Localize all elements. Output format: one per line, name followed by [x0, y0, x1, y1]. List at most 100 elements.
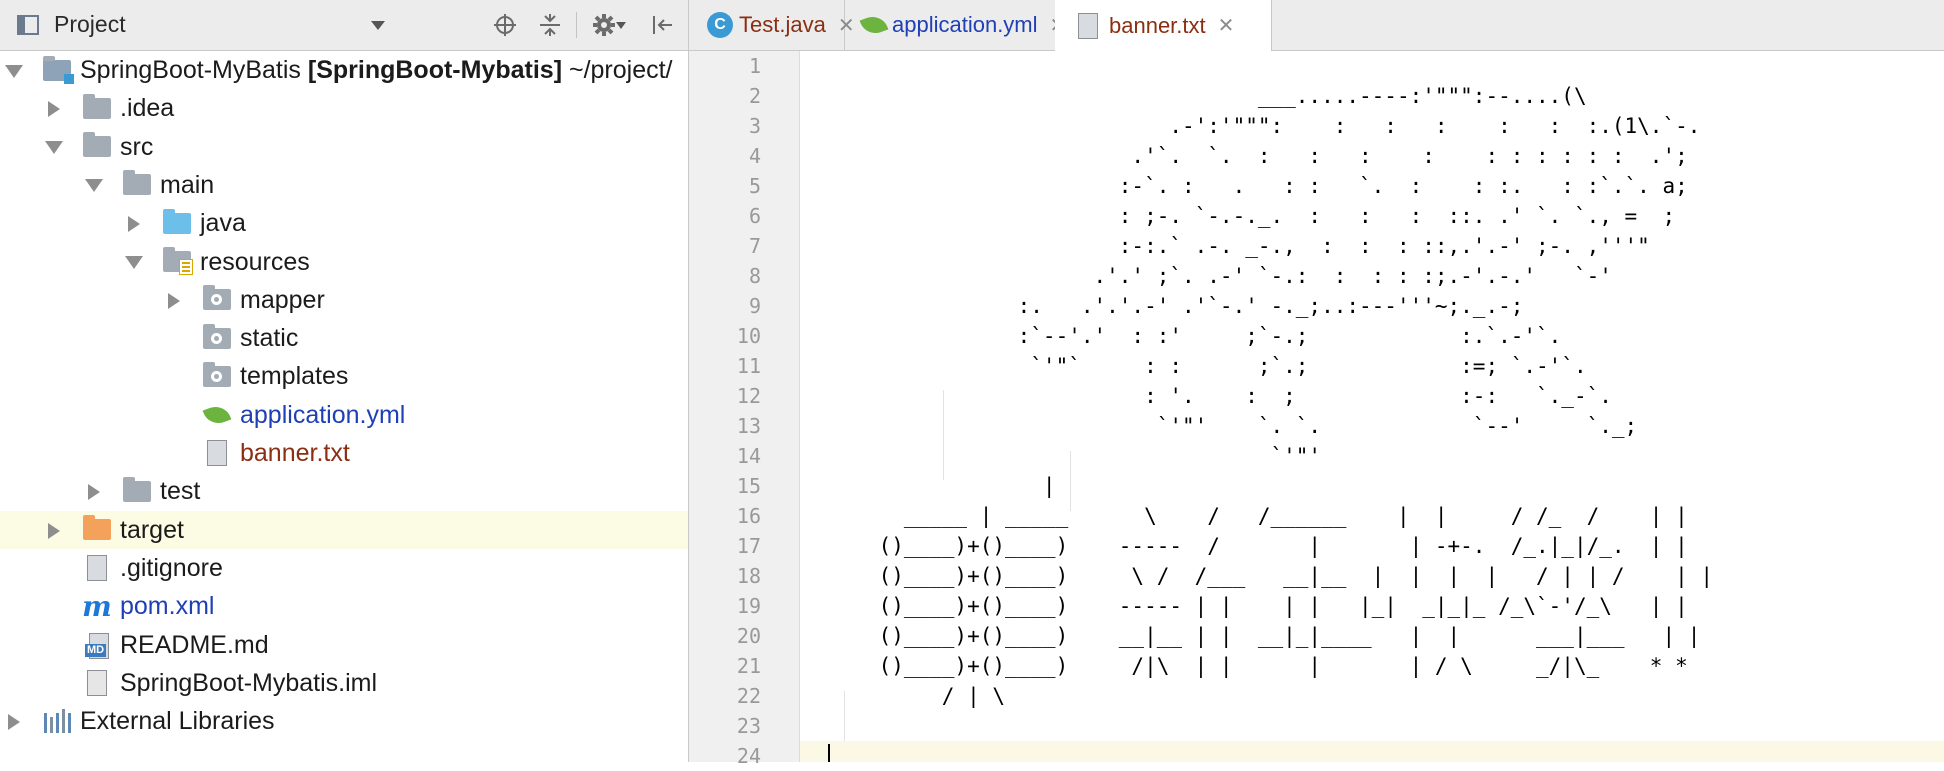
view-mode-dropdown[interactable]: [366, 13, 390, 37]
tree-item-mapper[interactable]: mapper: [0, 281, 688, 319]
tree-item-templates[interactable]: templates: [0, 357, 688, 395]
settings-chevron-icon[interactable]: [614, 13, 628, 37]
module-name-label: [SpringBoot-Mybatis]: [300, 56, 563, 84]
libraries-icon: [42, 708, 72, 734]
tree-item-label: test: [160, 477, 201, 506]
spring-config-icon: [859, 10, 889, 40]
expand-arrow-open-icon[interactable]: [124, 253, 144, 273]
tab-label: banner.txt: [1109, 12, 1206, 38]
line-number: 4: [748, 144, 761, 168]
project-view-icon[interactable]: [16, 13, 40, 37]
markdown-icon: MD: [82, 632, 112, 659]
expand-arrow-closed-icon[interactable]: [164, 291, 184, 311]
project-panel: Project SpringBoot-MyBatis [SpringBoot-M…: [0, 0, 689, 762]
code-line: / | \: [828, 684, 1006, 708]
line-number: 6: [748, 204, 761, 228]
text-file-icon: [82, 554, 112, 581]
module-folder-icon: [42, 55, 74, 84]
tree-item-banner-txt[interactable]: banner.txt: [0, 434, 688, 472]
expand-arrow-closed-icon[interactable]: [44, 521, 64, 541]
expand-arrow-open-icon[interactable]: [44, 138, 64, 158]
spring-config-icon: [202, 402, 232, 428]
tree-item-label: java: [200, 209, 246, 238]
locate-file-icon[interactable]: [493, 13, 517, 37]
tab-banner-txt[interactable]: banner.txt ✕: [1055, 0, 1272, 51]
line-number: 16: [736, 504, 761, 528]
expand-arrow-closed-icon[interactable]: [44, 99, 64, 119]
folder-icon: [82, 132, 112, 160]
tree-item-resources[interactable]: resources: [0, 243, 688, 281]
text-file-icon: [202, 440, 232, 466]
project-path-label: ~/project/: [562, 56, 673, 84]
tree-item-springboot-mybatis[interactable]: SpringBoot-MyBatis [SpringBoot-Mybatis] …: [0, 51, 688, 89]
code-line: .'.' ;`. .-' `-.: : : : :;.-'.-.' `-': [828, 264, 1612, 288]
code-line: |: [828, 474, 1056, 498]
folder-icon: [82, 93, 112, 121]
line-number: 12: [736, 384, 761, 408]
tree-item-label: target: [120, 515, 184, 544]
hide-panel-icon[interactable]: [650, 13, 674, 37]
folder-icon: [122, 476, 152, 504]
line-number: 9: [748, 294, 761, 318]
tree-item-application-yml[interactable]: application.yml: [0, 396, 688, 434]
code-line: `'"` : : ;`.; :=; `.-'`.: [828, 354, 1587, 378]
project-view-title[interactable]: Project: [54, 11, 126, 38]
line-number: 3: [748, 114, 761, 138]
tab-test-java[interactable]: C Test.java ✕: [689, 0, 855, 50]
tree-item-gitignore[interactable]: .gitignore: [0, 549, 688, 587]
java-class-icon: C: [707, 10, 733, 40]
expand-arrow-closed-icon[interactable]: [84, 482, 104, 502]
code-line: `'"': [828, 444, 1322, 468]
expand-arrow-closed-icon[interactable]: [124, 214, 144, 234]
tree-item-label: External Libraries: [80, 707, 275, 736]
tree-item-label: application.yml: [240, 400, 406, 429]
editor-area: CTest.java✕application.yml✕ banner.txt ✕ 1…: [689, 0, 1944, 768]
code-line: ()____)+()____) ----- / | | -+-. /_.|_|/…: [828, 534, 1688, 558]
expand-arrow-open-icon[interactable]: [4, 61, 24, 81]
code-line: ()____)+()____) ----- | | | | |_| _|_|_ …: [828, 594, 1688, 618]
code-line: ()____)+()____) /|\ | | | | / \ _/|\_ * …: [828, 654, 1688, 678]
collapse-all-icon[interactable]: [538, 13, 562, 37]
line-number: 24: [736, 744, 761, 768]
tree-item-idea[interactable]: .idea: [0, 89, 688, 127]
header-divider: [576, 12, 577, 38]
line-number: 18: [736, 564, 761, 588]
close-icon[interactable]: ✕: [1218, 13, 1235, 38]
code-line: : ;-. `-.-._. : : : ::. .' `. `., = ;: [828, 204, 1676, 228]
gear-icon[interactable]: [592, 13, 616, 37]
code-line: _____ | _____ \ / /______ | | / /_ / | |: [828, 504, 1688, 528]
iml-file-icon: [82, 669, 112, 696]
line-number: 10: [736, 324, 761, 348]
tree-item-test[interactable]: test: [0, 472, 688, 510]
line-number: 11: [736, 354, 761, 378]
tree-item-label: static: [240, 324, 299, 353]
line-number: 22: [736, 684, 761, 708]
tree-item-label: src: [120, 132, 154, 161]
tree-item-springboot-mybatis-iml[interactable]: SpringBoot-Mybatis.iml: [0, 664, 688, 702]
package-folder-icon: [202, 361, 232, 389]
code-editor[interactable]: ___.....----:'""":--....(\ .-':'""": : :…: [800, 51, 1944, 762]
line-number: 5: [748, 174, 761, 198]
line-number: 23: [736, 714, 761, 738]
tree-item-external-libraries[interactable]: External Libraries: [0, 702, 688, 740]
maven-icon: m: [82, 589, 112, 623]
tree-item-target[interactable]: target: [0, 510, 688, 549]
line-number: 19: [736, 594, 761, 618]
line-number: 8: [748, 264, 761, 288]
tree-item-static[interactable]: static: [0, 319, 688, 357]
code-line: ()____)+()____) \ / /___ __|__ | | | | /…: [828, 564, 1714, 588]
tree-item-pom-xml[interactable]: m pom.xml: [0, 587, 688, 625]
code-line: :. .'.'.-' .'`-.' -._;..:---'''~;._.-;: [828, 294, 1524, 318]
expand-arrow-closed-icon[interactable]: [4, 712, 24, 732]
tree-item-label: README.md: [120, 630, 269, 659]
tree-item-readme-md[interactable]: MD README.md: [0, 626, 688, 664]
tab-label: application.yml: [892, 12, 1038, 37]
editor-tab-bar: CTest.java✕application.yml✕ banner.txt ✕: [689, 0, 1944, 51]
expand-arrow-open-icon[interactable]: [84, 176, 104, 196]
tree-item-label: banner.txt: [240, 439, 350, 467]
tree-item-src[interactable]: src: [0, 128, 688, 166]
tab-application-yml[interactable]: application.yml✕: [844, 0, 1066, 50]
tab-label: Test.java: [739, 12, 826, 37]
tree-item-java[interactable]: java: [0, 204, 688, 242]
tree-item-main[interactable]: main: [0, 166, 688, 204]
